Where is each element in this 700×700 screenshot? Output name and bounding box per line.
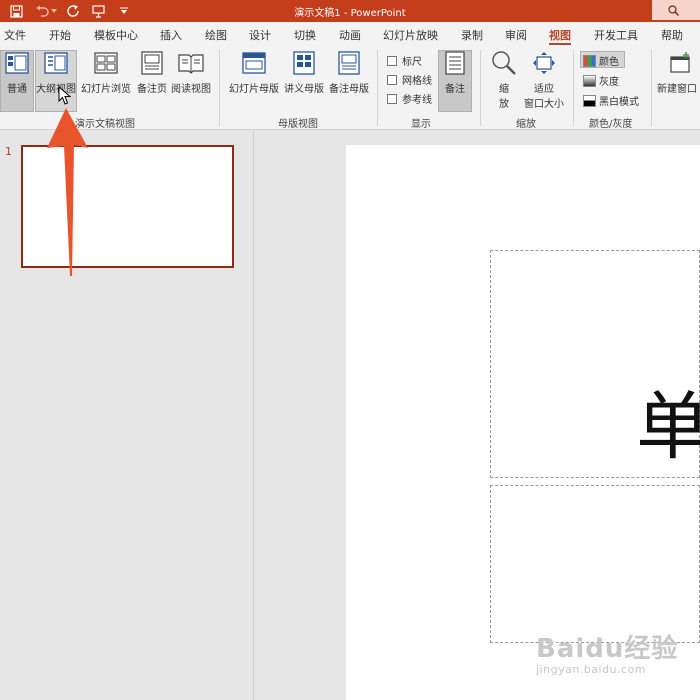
notes-page-icon bbox=[139, 50, 165, 76]
slide-master-label: 幻灯片母版 bbox=[229, 84, 279, 95]
checkbox-box bbox=[387, 55, 397, 66]
black-white-mode-button[interactable]: 黑白模式 bbox=[583, 93, 639, 108]
outline-view-icon bbox=[43, 50, 69, 76]
tab-slide-show[interactable]: 幻灯片放映 bbox=[383, 27, 438, 43]
black-white-mode-label: 黑白模式 bbox=[599, 97, 639, 108]
tab-animations[interactable]: 动画 bbox=[339, 27, 361, 43]
tab-insert[interactable]: 插入 bbox=[160, 27, 182, 43]
color-swatch-icon bbox=[583, 54, 596, 67]
zoom-group-label: 缩放 bbox=[516, 119, 536, 130]
notes-page-button[interactable]: 备注页 bbox=[135, 50, 169, 95]
zoom-magnifier-icon bbox=[491, 50, 517, 76]
new-window-button[interactable]: 新建窗口 bbox=[657, 50, 700, 95]
ruler-label: 标尺 bbox=[402, 57, 422, 68]
notes-button[interactable]: 备注 bbox=[440, 50, 470, 95]
new-window-icon bbox=[667, 50, 693, 76]
active-tab-underline bbox=[549, 43, 571, 45]
tab-view[interactable]: 视图 bbox=[549, 27, 571, 43]
subtitle-placeholder[interactable] bbox=[490, 485, 700, 643]
tab-template-center[interactable]: 模板中心 bbox=[94, 27, 138, 43]
baidu-watermark: Baidu经验 jingyan.baidu.com bbox=[536, 628, 678, 676]
handout-master-button[interactable]: 讲义母版 bbox=[282, 50, 326, 95]
tab-home[interactable]: 开始 bbox=[49, 27, 71, 43]
watermark-brand: Baidu经验 bbox=[536, 634, 679, 664]
slide-sorter-button[interactable]: 幻灯片浏览 bbox=[80, 50, 132, 95]
reading-view-button[interactable]: 阅读视图 bbox=[170, 50, 212, 95]
notes-master-icon bbox=[336, 50, 362, 76]
zoom-button[interactable]: 缩 放 bbox=[490, 50, 518, 110]
color-mode-label: 颜色 bbox=[599, 57, 619, 68]
slide-master-icon bbox=[241, 50, 267, 76]
grayscale-mode-button[interactable]: 灰度 bbox=[583, 73, 619, 88]
window-title: 演示文稿1 - PowerPoint bbox=[294, 8, 406, 19]
handout-master-icon bbox=[291, 50, 317, 76]
slide-number: 1 bbox=[5, 145, 12, 158]
show-group-label: 显示 bbox=[411, 119, 431, 130]
gridlines-label: 网格线 bbox=[402, 76, 432, 87]
group-separator bbox=[480, 50, 481, 126]
checkbox-box bbox=[387, 93, 397, 104]
master-views-group-label: 母版视图 bbox=[278, 119, 318, 130]
normal-view-icon bbox=[4, 50, 30, 76]
group-separator bbox=[377, 50, 378, 126]
tab-transitions[interactable]: 切换 bbox=[294, 27, 316, 43]
tab-record[interactable]: 录制 bbox=[461, 27, 483, 43]
fit-label-line2: 窗口大小 bbox=[524, 99, 564, 110]
gridlines-checkbox[interactable]: 网格线 bbox=[387, 72, 432, 87]
group-separator bbox=[219, 50, 220, 126]
tab-draw[interactable]: 绘图 bbox=[205, 27, 227, 43]
group-separator bbox=[651, 50, 652, 126]
tab-file[interactable]: 文件 bbox=[4, 27, 26, 43]
panel-divider[interactable] bbox=[253, 131, 254, 700]
group-separator bbox=[573, 50, 574, 126]
fit-to-window-button[interactable]: 适应 窗口大小 bbox=[520, 50, 568, 110]
new-window-label: 新建窗口 bbox=[657, 84, 697, 95]
ribbon-tabs: 文件 开始 模板中心 插入 绘图 设计 切换 动画 幻灯片放映 录制 审阅 视图… bbox=[0, 22, 700, 46]
tab-developer[interactable]: 开发工具 bbox=[594, 27, 638, 43]
reading-view-icon bbox=[178, 50, 204, 76]
tab-help[interactable]: 帮助 bbox=[661, 27, 683, 43]
ruler-checkbox[interactable]: 标尺 bbox=[387, 53, 422, 68]
search-box[interactable] bbox=[652, 0, 700, 20]
black-white-swatch-icon bbox=[583, 94, 596, 107]
grayscale-swatch-icon bbox=[583, 74, 596, 87]
slide-sorter-label: 幻灯片浏览 bbox=[81, 84, 131, 95]
notes-master-label: 备注母版 bbox=[329, 84, 369, 95]
search-icon bbox=[668, 4, 679, 16]
annotation-arrow-icon bbox=[47, 108, 88, 276]
zoom-label-line1: 缩 bbox=[499, 84, 509, 95]
guides-checkbox[interactable]: 参考线 bbox=[387, 91, 432, 106]
checkbox-box bbox=[387, 74, 397, 85]
normal-view-button[interactable]: 普通 bbox=[2, 50, 32, 95]
tab-design[interactable]: 设计 bbox=[249, 27, 271, 43]
handout-master-label: 讲义母版 bbox=[284, 84, 324, 95]
tab-review[interactable]: 审阅 bbox=[505, 27, 527, 43]
zoom-label-line2: 放 bbox=[499, 99, 509, 110]
title-text: 单 bbox=[636, 384, 700, 470]
guides-label: 参考线 bbox=[402, 95, 432, 106]
color-grayscale-group-label: 颜色/灰度 bbox=[589, 119, 633, 130]
notes-icon bbox=[442, 50, 468, 76]
notes-page-label: 备注页 bbox=[137, 84, 167, 95]
slide-sorter-icon bbox=[93, 50, 119, 76]
grayscale-mode-label: 灰度 bbox=[599, 77, 619, 88]
normal-view-label: 普通 bbox=[7, 84, 27, 95]
mouse-cursor-icon bbox=[58, 86, 72, 105]
fit-label-line1: 适应 bbox=[534, 84, 554, 95]
ribbon: 普通 大纲视图 幻灯片浏览 备注页 阅读视图 演示文稿视图 幻灯片母版 讲义母版… bbox=[0, 46, 700, 172]
fit-to-window-icon bbox=[531, 50, 557, 76]
notes-master-button[interactable]: 备注母版 bbox=[327, 50, 371, 95]
notes-label: 备注 bbox=[445, 84, 465, 95]
slide-master-button[interactable]: 幻灯片母版 bbox=[227, 50, 281, 95]
color-mode-button[interactable]: 颜色 bbox=[583, 53, 619, 68]
title-bar: 演示文稿1 - PowerPoint bbox=[0, 0, 700, 22]
reading-view-label: 阅读视图 bbox=[171, 84, 211, 95]
